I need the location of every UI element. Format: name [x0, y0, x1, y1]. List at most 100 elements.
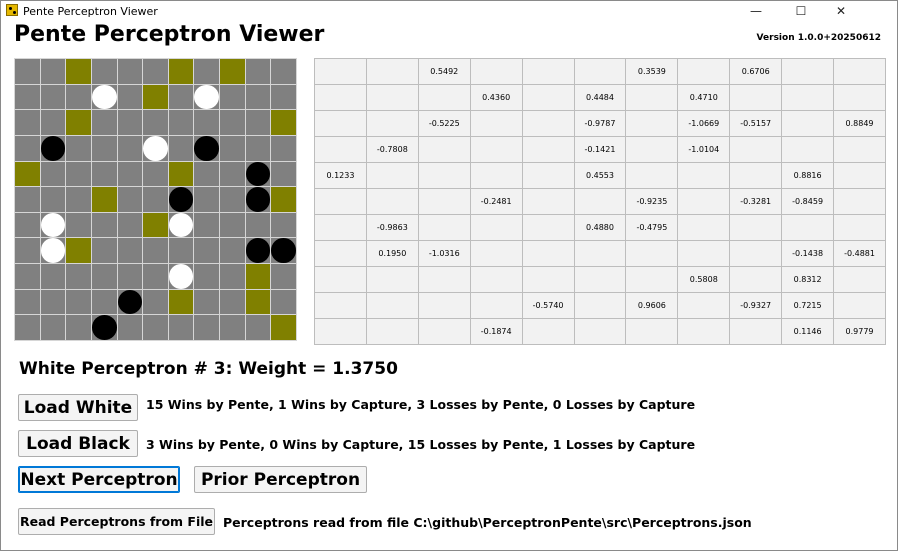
board-cell: [220, 110, 245, 135]
board-cell: [271, 84, 296, 110]
board-cell: [117, 212, 143, 238]
black-stone: [271, 238, 296, 264]
weight-cell: [521, 136, 575, 163]
weight-cell: [729, 84, 783, 111]
board-cell: [117, 84, 143, 110]
minimize-icon[interactable]: —: [740, 1, 772, 21]
table-row: -0.2481 -0.9235 -0.3281 -0.8459: [314, 188, 886, 215]
board-cell: [40, 289, 66, 315]
weight-cell: [625, 266, 679, 293]
board-cell: [143, 110, 168, 135]
weight-cell: [365, 162, 419, 189]
board-cell: [66, 289, 91, 315]
table-row: 0.1950 -1.0316 -0.1438 -0.4881: [314, 240, 886, 267]
board-cell: [15, 315, 40, 340]
weight-cell: [781, 58, 835, 85]
board-cell: [40, 161, 66, 187]
weight-cell: -0.7808: [365, 136, 419, 163]
board-cell: [91, 161, 117, 187]
weight-cell: [521, 162, 575, 189]
weight-cell: [677, 318, 731, 345]
weight-cell: [365, 266, 419, 293]
maximize-icon[interactable]: ☐: [785, 1, 817, 21]
board-cell: [194, 289, 220, 315]
window-title: Pente Perceptron Viewer: [23, 5, 158, 18]
board-cell: [15, 59, 40, 84]
board-cell: [143, 289, 168, 315]
read-perceptrons-button[interactable]: Read Perceptrons from File: [18, 508, 215, 535]
weight-cell: [314, 58, 367, 85]
weight-cell: [833, 266, 886, 293]
board-cell: [91, 264, 117, 289]
weight-cell: [365, 110, 419, 137]
weight-cell: [314, 318, 367, 345]
board-cell: [271, 161, 296, 187]
weight-cell: [833, 292, 886, 319]
weight-cell: -0.1438: [781, 240, 835, 267]
weight-cell: [417, 162, 471, 189]
load-white-button[interactable]: Load White: [18, 394, 138, 421]
board-cell: [194, 238, 220, 264]
weight-cell: [365, 84, 419, 111]
board-cell: [40, 59, 66, 84]
board-cell: [245, 238, 271, 264]
weight-cell: 0.1233: [314, 162, 367, 189]
weight-cell: 0.3539: [625, 58, 679, 85]
weight-cell: 0.4880: [573, 214, 627, 241]
app-window: Pente Perceptron Viewer — ☐ ✕ Pente Perc…: [0, 0, 898, 551]
weight-cell: [314, 240, 367, 267]
board-cell: [220, 289, 245, 315]
board-cell: [15, 289, 40, 315]
next-perceptron-button[interactable]: Next Perceptron: [18, 466, 180, 493]
weight-cell: [677, 58, 731, 85]
title-bar: Pente Perceptron Viewer — ☐ ✕: [1, 1, 897, 21]
weight-cell: -0.8459: [781, 188, 835, 215]
board-cell: [168, 161, 194, 187]
weight-cell: [417, 318, 471, 345]
weight-cell: [625, 110, 679, 137]
weight-cell: [314, 110, 367, 137]
board-cell: [220, 264, 245, 289]
black-stone: [117, 289, 143, 315]
weight-cell: [521, 214, 575, 241]
board-cell: [91, 315, 117, 340]
weight-cell: [833, 188, 886, 215]
close-icon[interactable]: ✕: [825, 1, 857, 21]
board-cell: [66, 110, 91, 135]
weight-cell: [469, 58, 523, 85]
weight-cell: -0.5157: [729, 110, 783, 137]
board-cell: [168, 110, 194, 135]
weight-cell: [573, 240, 627, 267]
white-stone: [91, 84, 117, 110]
board-cell: [40, 212, 66, 238]
weight-cell: [417, 266, 471, 293]
board-cell: [40, 135, 66, 161]
table-row: 0.1233 0.4553 0.8816: [314, 162, 886, 189]
prior-perceptron-button[interactable]: Prior Perceptron: [194, 466, 367, 493]
weight-cell: 0.4360: [469, 84, 523, 111]
board-cell: [143, 315, 168, 340]
board-cell: [194, 110, 220, 135]
weight-cell: [314, 266, 367, 293]
board-cell: [245, 289, 271, 315]
table-row: -0.1874 0.1146 0.9779: [314, 318, 886, 345]
weight-cell: [781, 110, 835, 137]
board-cell: [194, 161, 220, 187]
load-black-button[interactable]: Load Black: [18, 430, 138, 457]
weight-cell: 0.4484: [573, 84, 627, 111]
board-cell: [194, 135, 220, 161]
board-cell: [245, 161, 271, 187]
board-cell: [194, 84, 220, 110]
white-stats: 15 Wins by Pente, 1 Wins by Capture, 3 L…: [146, 397, 696, 412]
board-cell: [117, 289, 143, 315]
weight-cell: [365, 188, 419, 215]
board-cell: [15, 161, 40, 187]
weight-cell: [781, 214, 835, 241]
weight-cell: -0.9235: [625, 188, 679, 215]
board-cell: [143, 84, 168, 110]
table-row: 0.5808 0.8312: [314, 266, 886, 293]
board-cell: [220, 84, 245, 110]
weight-cell: -0.4795: [625, 214, 679, 241]
black-stone: [168, 187, 194, 212]
board-cell: [15, 135, 40, 161]
